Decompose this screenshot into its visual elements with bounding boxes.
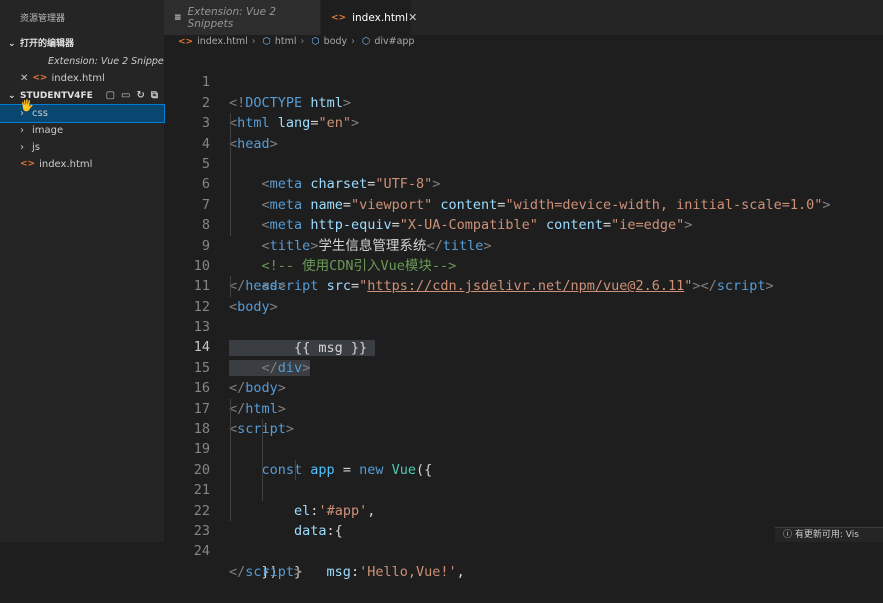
chevron-down-icon: ⌄: [8, 91, 16, 101]
tree-item-label: index.html: [39, 159, 93, 170]
code-line: 22 }: [164, 480, 883, 580]
bell-icon: ⓘ: [783, 530, 795, 540]
code-line: 10 </head>: [164, 236, 883, 294]
code-editor[interactable]: 1 <!DOCTYPE html> 2 <html lang="en"> 3 <…: [164, 52, 883, 580]
open-editor-label: index.html: [51, 73, 105, 84]
code-line: 16 </html>: [164, 358, 883, 416]
tree-item-label: css: [32, 108, 48, 119]
element-icon: ⬡: [311, 36, 320, 47]
chevron-right-icon: ›: [20, 142, 24, 153]
extension-icon: ≡: [174, 12, 182, 23]
code-line: 7 <title>学生信息管理系统</title>: [164, 174, 883, 254]
code-line: 5 <meta name="viewport" content="width=d…: [164, 133, 883, 213]
element-icon: ⬡: [362, 36, 371, 47]
code-line: 6 <meta http-equiv="X-UA-Compatible" con…: [164, 153, 883, 233]
indent-guide: [230, 174, 231, 195]
code-line: 18 const app = new Vue({: [164, 398, 883, 478]
breadcrumb-item[interactable]: index.html: [197, 36, 248, 47]
html-file-icon: <>: [32, 73, 48, 83]
breadcrumb-item[interactable]: html: [275, 36, 297, 47]
tree-folder-image[interactable]: › image: [0, 122, 164, 139]
indent-guide: [230, 113, 231, 134]
code-line: 15 </body>: [164, 337, 883, 396]
refresh-icon[interactable]: ↻: [136, 87, 144, 105]
code-line: 19 el:'#app',: [164, 419, 883, 519]
tab-label: Extension: Vue 2 Snippets: [187, 5, 277, 30]
code-text: </script>: [229, 563, 303, 580]
indent-guide: [262, 480, 263, 501]
chevron-down-icon: ⌄: [8, 39, 16, 49]
open-editor-label: Extension: Vue 2 Snippets: [48, 56, 164, 67]
code-line: 14 </div>: [164, 317, 883, 376]
indent-guide: [230, 439, 231, 460]
breadcrumb-separator-icon: ›: [351, 36, 355, 47]
indent-guide: [230, 276, 231, 297]
close-icon[interactable]: ✕: [20, 70, 28, 87]
html-file-icon: <>: [178, 37, 194, 47]
code-line: 3 <head>: [164, 93, 883, 151]
notification-text: 有更新可用: Vis: [794, 530, 859, 540]
mouse-cursor-icon: 🖐: [20, 99, 34, 112]
indent-guide: [230, 153, 231, 175]
indent-guide: [230, 215, 231, 236]
element-icon: ⬡: [262, 36, 271, 47]
tab-label: index.html: [352, 11, 409, 24]
breadcrumb-item[interactable]: body: [324, 36, 348, 47]
code-line: 20 data:{: [164, 439, 883, 539]
tree-item-label: image: [32, 125, 64, 136]
indent-guide: [230, 194, 231, 216]
code-line: 17 <script>: [164, 378, 883, 437]
code-line: 4 <meta charset="UTF-8">: [164, 113, 883, 192]
code-line: 1 <!DOCTYPE html>: [164, 52, 883, 110]
code-line: 11 <body>: [164, 256, 883, 314]
code-line: 2 <html lang="en">: [164, 72, 883, 131]
indent-guide: [230, 480, 231, 501]
tab-index-html[interactable]: <> index.html ✕: [321, 0, 417, 35]
indent-guide: [230, 419, 231, 440]
indent-guide: [230, 133, 231, 154]
indent-guide: [262, 419, 263, 440]
explorer-sidebar: 资源管理器 ⌄ 打开的编辑器 Extension: Vue 2 Snippets…: [0, 0, 165, 542]
line-number: 24: [193, 543, 210, 560]
chevron-right-icon: ›: [20, 125, 24, 136]
indent-guide: [295, 459, 296, 481]
indent-guide: [262, 439, 263, 460]
code-line: 9 <script src="https://cdn.jsdelivr.net/…: [164, 215, 883, 294]
open-editors-label: 打开的编辑器: [20, 39, 75, 49]
tree-item-label: js: [32, 142, 40, 153]
open-editors-section[interactable]: ⌄ 打开的编辑器: [0, 35, 164, 53]
breadcrumb-separator-icon: ›: [300, 36, 305, 47]
breadcrumb: <> index.html › ⬡ html › ⬡ body › ⬡ div#app: [164, 35, 883, 49]
new-folder-icon[interactable]: ▭: [121, 87, 130, 105]
open-editor-item[interactable]: Extension: Vue 2 Snippets: [0, 53, 164, 70]
indent-guide: [230, 459, 231, 481]
tree-folder-js[interactable]: › js: [0, 139, 164, 156]
update-notification[interactable]: ⓘ 有更新可用: Vis: [775, 527, 883, 542]
tab-extension-vue2-snippets[interactable]: ≡ Extension: Vue 2 Snippets: [164, 0, 321, 35]
open-editor-item[interactable]: ✕ <> index.html: [0, 70, 164, 87]
new-file-icon[interactable]: ▢: [106, 87, 115, 105]
html-file-icon: <>: [20, 159, 36, 169]
code-line: 8 <!-- 使用CDN引入Vue模块-->: [164, 194, 883, 274]
code-line: 13 {{ msg }}: [164, 297, 883, 356]
editor-tabs: ≡ Extension: Vue 2 Snippets <> index.htm…: [164, 0, 883, 35]
indent-guide: [230, 398, 231, 420]
code-line: 12 <div id="app">: [164, 276, 883, 356]
collapse-all-icon[interactable]: ⧉: [151, 87, 158, 105]
code-line: 23 }): [164, 500, 883, 580]
explorer-toolbar: ▢ ▭ ↻ ⧉: [106, 87, 164, 105]
tree-file-index-html[interactable]: <> index.html: [0, 156, 164, 173]
breadcrumb-separator-icon: ›: [251, 36, 256, 47]
explorer-title: 资源管理器: [20, 14, 66, 24]
indent-guide: [230, 500, 231, 521]
indent-guide: [262, 459, 263, 481]
breadcrumb-item[interactable]: div#app: [374, 36, 414, 47]
close-icon[interactable]: ✕: [408, 11, 417, 24]
html-file-icon: <>: [331, 12, 347, 23]
code-line: 21 msg:'Hello,Vue!',: [164, 459, 883, 580]
